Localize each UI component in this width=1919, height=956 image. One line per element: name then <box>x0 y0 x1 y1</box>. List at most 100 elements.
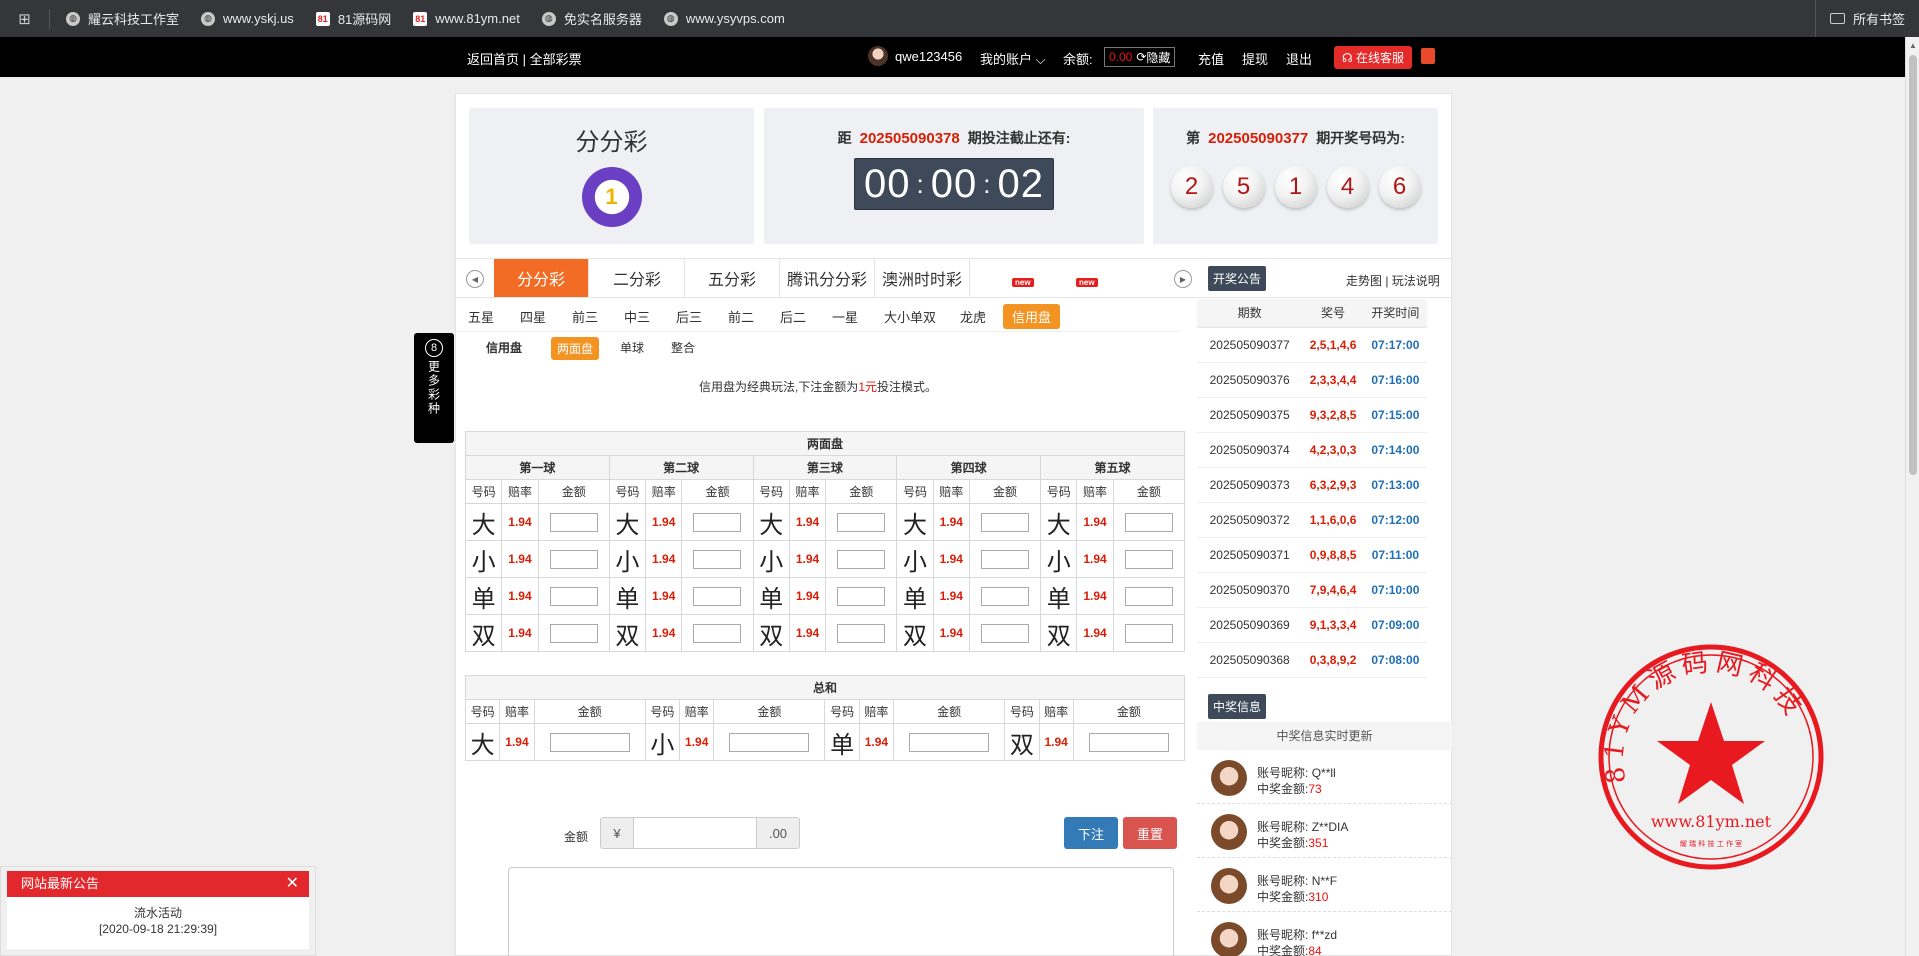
prev-arrow-icon[interactable]: ◀ <box>466 270 484 288</box>
bookmark-item[interactable]: ◍ 免实名服务器 <box>541 9 642 28</box>
bet-amount-input[interactable] <box>549 549 598 569</box>
bet-amount-input[interactable] <box>837 512 886 532</box>
amount-input[interactable] <box>633 818 757 848</box>
tab-erfencai[interactable]: 二分彩 <box>590 259 685 297</box>
tab-wuxing[interactable]: 五星 <box>468 307 494 326</box>
notice-body[interactable]: 流水活动 [2020-09-18 21:29:39] <box>7 897 309 949</box>
bet-amount-input[interactable] <box>549 623 598 643</box>
bet-option-label[interactable]: 单 <box>824 723 860 761</box>
logout-link[interactable]: 退出 <box>1286 49 1312 68</box>
bet-amount-input[interactable] <box>1124 512 1173 532</box>
bet-option-label[interactable]: 小 <box>752 540 790 578</box>
gift-icon[interactable] <box>1421 48 1435 64</box>
bet-option-label[interactable]: 双 <box>1040 614 1078 652</box>
reset-button[interactable]: 重置 <box>1123 817 1177 849</box>
bet-amount-input[interactable] <box>1124 549 1173 569</box>
bet-amount-input[interactable] <box>909 732 990 752</box>
bet-amount-input[interactable] <box>980 623 1029 643</box>
tab-zhongsan[interactable]: 中三 <box>624 307 650 326</box>
trend-links[interactable]: 走势图 | 玩法说明 <box>1346 272 1440 289</box>
scrollbar[interactable]: ▲ <box>1905 37 1919 956</box>
bet-option-label[interactable]: 单 <box>896 577 934 615</box>
bet-amount-input[interactable] <box>1124 623 1173 643</box>
bet-amount-input[interactable] <box>549 586 598 606</box>
tab-xinyongpan[interactable]: 信用盘 <box>1003 304 1061 329</box>
bet-amount-input[interactable] <box>980 586 1029 606</box>
bet-option-label[interactable]: 大 <box>896 503 934 541</box>
tab-fenfencai[interactable]: 分分彩 <box>494 259 589 297</box>
more-lottery-float[interactable]: 8 更多彩种 <box>414 333 454 443</box>
refresh-icon[interactable]: ⟳ <box>1136 50 1146 64</box>
bet-amount-input[interactable] <box>729 732 810 752</box>
bookmark-item[interactable]: ◍ www.ysyvps.com <box>663 11 785 26</box>
bookmark-item[interactable]: ◍ www.yskj.us <box>201 11 294 26</box>
winning-info-button[interactable]: 中奖信息 <box>1208 694 1267 719</box>
bet-amount-input[interactable] <box>1124 586 1173 606</box>
bet-option-label[interactable]: 大 <box>464 503 503 541</box>
bet-amount-input[interactable] <box>693 623 742 643</box>
bet-amount-input[interactable] <box>980 512 1029 532</box>
bet-option-label[interactable]: 双 <box>464 614 503 652</box>
tab-aozhou[interactable]: 澳洲时时彩 <box>875 259 970 297</box>
bet-option-label[interactable]: 双 <box>896 614 934 652</box>
recharge-link[interactable]: 充值 <box>1198 49 1224 68</box>
bet-option-label[interactable]: 双 <box>608 614 647 652</box>
tab-tengxun[interactable]: 腾讯分分彩 <box>780 259 875 297</box>
bet-list-area[interactable] <box>508 867 1174 956</box>
bet-option-label[interactable]: 单 <box>752 577 790 615</box>
close-icon[interactable]: ✕ <box>286 871 299 897</box>
bet-option-label[interactable]: 大 <box>608 503 647 541</box>
tab-sixing[interactable]: 四星 <box>520 307 546 326</box>
tab-wufencai[interactable]: 五分彩 <box>685 259 780 297</box>
bet-option-label[interactable]: 小 <box>1040 540 1078 578</box>
bet-option-label[interactable]: 双 <box>1004 723 1040 761</box>
bet-option-label[interactable]: 大 <box>464 723 501 761</box>
bet-option-label[interactable]: 双 <box>752 614 790 652</box>
bookmark-item[interactable]: 81 81源码网 <box>315 9 391 28</box>
bet-option-label[interactable]: 小 <box>608 540 647 578</box>
tab-houer[interactable]: 后二 <box>780 307 806 326</box>
tab-danqiu[interactable]: 单球 <box>620 339 644 356</box>
bet-amount-input[interactable] <box>980 549 1029 569</box>
bet-option-label[interactable]: 大 <box>752 503 790 541</box>
my-account-menu[interactable]: 我的账户 ⌵ <box>980 49 1046 68</box>
bet-option-label[interactable]: 小 <box>644 723 681 761</box>
bet-amount-input[interactable] <box>549 512 598 532</box>
tab-daxiaodanshuang[interactable]: 大小单双 <box>884 307 936 326</box>
tab-housan[interactable]: 后三 <box>676 307 702 326</box>
draw-notice-button[interactable]: 开奖公告 <box>1208 266 1267 291</box>
bookmark-item[interactable]: ◍ 耀云科技工作室 <box>66 9 179 28</box>
bet-amount-input[interactable] <box>837 623 886 643</box>
tab-zhenghe[interactable]: 整合 <box>671 339 695 356</box>
home-link[interactable]: 返回首页 | 全部彩票 <box>467 49 582 68</box>
bet-amount-input[interactable] <box>693 512 742 532</box>
bet-option-label[interactable]: 大 <box>1040 503 1078 541</box>
apps-grid-icon[interactable]: ⊞ <box>0 8 50 29</box>
tab-liangmianpan[interactable]: 两面盘 <box>551 337 600 360</box>
customer-service-button[interactable]: ☊ 在线客服 <box>1334 46 1413 69</box>
user-info[interactable]: qwe123456 <box>868 46 962 66</box>
withdraw-link[interactable]: 提现 <box>1242 49 1268 68</box>
bet-option-label[interactable]: 小 <box>464 540 503 578</box>
bookmark-item[interactable]: 81 www.81ym.net <box>413 11 520 26</box>
bet-amount-input[interactable] <box>837 549 886 569</box>
hide-balance-button[interactable]: 隐藏 <box>1146 49 1170 66</box>
tab-qianer[interactable]: 前二 <box>728 307 754 326</box>
tab-longhu[interactable]: 龙虎 <box>960 307 986 326</box>
place-bet-button[interactable]: 下注 <box>1064 817 1118 849</box>
bet-amount-input[interactable] <box>693 549 742 569</box>
bet-option-label[interactable]: 小 <box>896 540 934 578</box>
bet-amount-input[interactable] <box>1088 732 1169 752</box>
bet-option-label[interactable]: 单 <box>464 577 503 615</box>
bet-amount-input[interactable] <box>837 586 886 606</box>
bet-amount-input[interactable] <box>693 586 742 606</box>
all-bookmarks[interactable]: 所有书签 <box>1814 0 1905 37</box>
bet-amount-input[interactable] <box>549 732 630 752</box>
next-arrow-icon[interactable]: ▶ <box>1174 270 1192 288</box>
bet-option-label[interactable]: 单 <box>608 577 647 615</box>
bet-option-label[interactable]: 单 <box>1040 577 1078 615</box>
tab-qiansan[interactable]: 前三 <box>572 307 598 326</box>
scroll-up-icon[interactable]: ▲ <box>1909 41 1917 50</box>
tab-yixing[interactable]: 一星 <box>832 307 858 326</box>
scrollbar-thumb[interactable] <box>1909 55 1917 475</box>
